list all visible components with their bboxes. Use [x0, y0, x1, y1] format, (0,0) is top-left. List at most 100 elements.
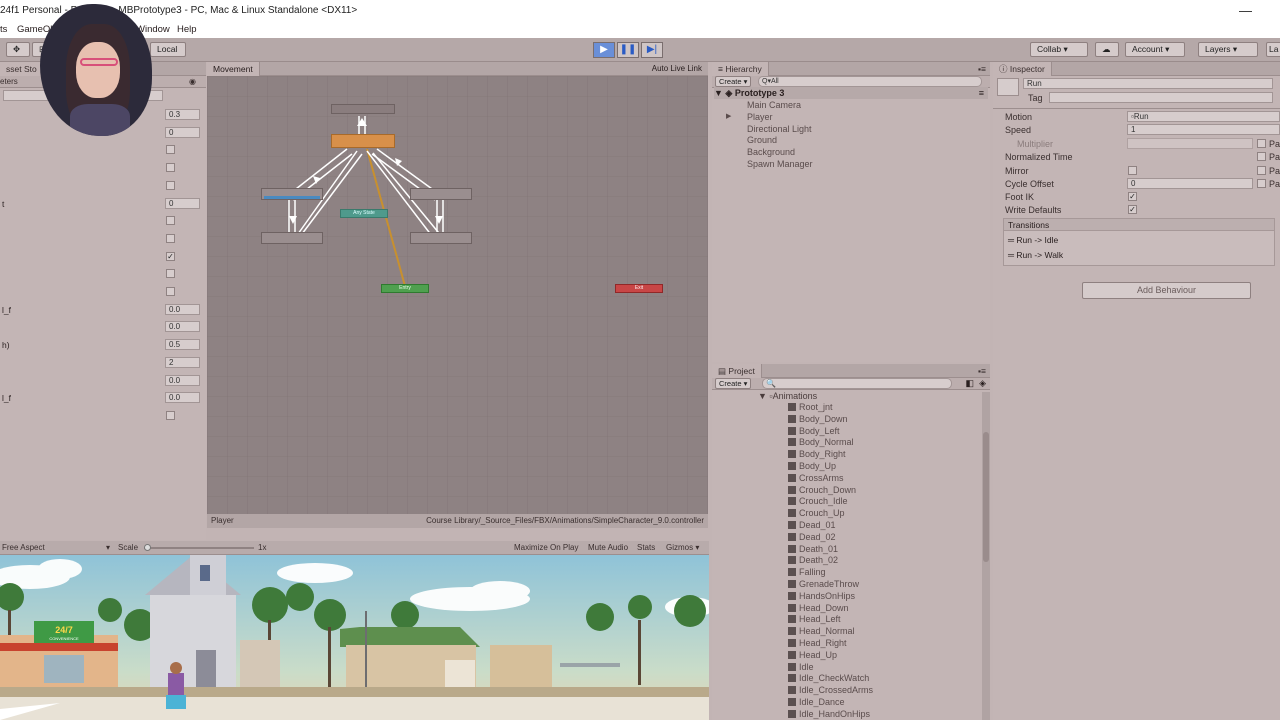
project-asset-item[interactable]: HandsOnHips	[788, 591, 855, 601]
project-asset-item[interactable]: Crouch_Idle	[788, 496, 848, 506]
tab-inspector[interactable]: ⓘ Inspector	[993, 62, 1052, 76]
state-name-input[interactable]: Run	[1023, 78, 1273, 89]
project-asset-item[interactable]: Idle_HandOnHips	[788, 709, 870, 719]
hierarchy-item[interactable]: Directional Light	[747, 124, 812, 134]
hierarchy-item[interactable]: Player	[747, 112, 773, 122]
project-asset-item[interactable]: Idle_Dance	[788, 697, 845, 707]
tab-asset-store[interactable]: sset Sto	[0, 62, 44, 76]
project-create-button[interactable]: Create ▾	[715, 378, 752, 389]
write-defaults-checkbox[interactable]: ✓	[1128, 205, 1137, 214]
hand-tool-button[interactable]: ✥	[6, 42, 30, 57]
menu-help[interactable]: Help	[177, 22, 197, 38]
project-asset-item[interactable]: CrossArms	[788, 473, 844, 483]
state-node-right[interactable]	[410, 188, 472, 200]
pause-button[interactable]: ❚❚	[617, 42, 639, 58]
auto-live-link-button[interactable]: Auto Live Link	[652, 62, 702, 76]
parameter-bool-checkbox[interactable]	[166, 287, 175, 296]
hierarchy-search-input[interactable]: Q▾All	[758, 76, 982, 87]
hierarchy-item[interactable]: Background	[747, 147, 795, 157]
transition-item[interactable]: ═ Run -> Idle	[1008, 235, 1058, 245]
parameter-value-input[interactable]: 0.0	[165, 321, 200, 333]
scene-row[interactable]: ▼ ◈ Prototype 3 ≡	[714, 87, 988, 99]
parameter-value-input[interactable]: 2	[165, 356, 200, 368]
state-node-run[interactable]	[331, 134, 395, 148]
project-menu-icon[interactable]: ▪≡	[978, 364, 986, 378]
animator-graph[interactable]: Any State Entry Exit Player Course Libra…	[207, 76, 708, 528]
parameter-toggle-checkbox[interactable]	[1257, 152, 1266, 161]
hierarchy-item[interactable]: Main Camera	[747, 100, 801, 110]
parameter-bool-checkbox[interactable]	[166, 233, 175, 243]
filter-type-icon[interactable]: ◧	[965, 378, 974, 389]
project-asset-item[interactable]: Dead_01	[788, 520, 836, 530]
speed-input[interactable]: 1	[1127, 124, 1280, 135]
parameter-value-input[interactable]: 0.0	[165, 392, 200, 404]
project-scrollbar[interactable]	[982, 392, 990, 720]
cloud-button[interactable]: ☁	[1095, 42, 1119, 57]
local-toggle-button[interactable]: Local	[150, 42, 186, 57]
mirror-checkbox[interactable]	[1128, 166, 1137, 175]
project-asset-item[interactable]: Dead_02	[788, 532, 836, 542]
parameter-value-input[interactable]: 0.3	[165, 109, 200, 120]
project-asset-item[interactable]: Body_Normal	[788, 437, 854, 447]
state-node-bottom-left[interactable]	[261, 232, 323, 244]
hierarchy-item[interactable]: Spawn Manager	[747, 159, 813, 169]
project-asset-item[interactable]: Crouch_Up	[788, 508, 845, 518]
project-search-input[interactable]: 🔍	[762, 378, 952, 389]
play-button[interactable]: ▶	[593, 42, 615, 58]
scale-slider-thumb[interactable]	[144, 544, 151, 551]
add-behaviour-button[interactable]: Add Behaviour	[1082, 282, 1251, 299]
tag-input[interactable]	[1049, 92, 1273, 103]
stats-toggle[interactable]: Stats	[637, 541, 655, 555]
mute-audio-toggle[interactable]: Mute Audio	[588, 541, 628, 555]
parameter-toggle-checkbox[interactable]	[1257, 139, 1266, 148]
motion-field[interactable]: ▫Run	[1127, 111, 1280, 122]
parameter-value-input[interactable]: 0.5	[165, 339, 200, 351]
project-asset-item[interactable]: Body_Up	[788, 461, 836, 471]
parameter-bool-checkbox[interactable]	[166, 163, 175, 173]
parameter-value-input[interactable]: 0	[165, 197, 200, 209]
project-asset-item[interactable]: Head_Left	[788, 614, 841, 624]
project-asset-item[interactable]: Body_Left	[788, 426, 840, 436]
layers-button[interactable]: Layers ▾	[1198, 42, 1258, 57]
layout-button[interactable]: La	[1266, 42, 1280, 57]
project-asset-item[interactable]: Body_Down	[788, 414, 848, 424]
project-asset-item[interactable]: Head_Normal	[788, 626, 855, 636]
hierarchy-create-button[interactable]: Create ▾	[715, 76, 752, 87]
tab-animator-layer[interactable]: Movement	[207, 62, 260, 76]
project-asset-item[interactable]: Death_02	[788, 555, 838, 565]
project-asset-item[interactable]: Head_Down	[788, 603, 849, 613]
project-asset-item[interactable]: Falling	[788, 567, 826, 577]
parameter-bool-checkbox[interactable]	[166, 269, 175, 279]
project-asset-item[interactable]: Idle_CheckWatch	[788, 673, 869, 683]
project-asset-item[interactable]: Body_Right	[788, 449, 846, 459]
parameter-bool-checkbox[interactable]	[166, 216, 175, 226]
parameter-toggle-checkbox[interactable]	[1257, 166, 1266, 175]
foot-ik-checkbox[interactable]: ✓	[1128, 192, 1137, 201]
filter-label-icon[interactable]: ◈	[979, 378, 986, 389]
parameter-bool-checkbox[interactable]	[166, 145, 175, 155]
parameter-value-input[interactable]: 0.0	[165, 374, 200, 386]
parameter-bool-checkbox[interactable]	[166, 180, 175, 190]
parameter-value-input[interactable]: 0	[165, 126, 200, 138]
project-asset-item[interactable]: Death_01	[788, 544, 838, 554]
aspect-dropdown[interactable]: Free Aspect	[2, 541, 45, 555]
multiplier-dropdown[interactable]	[1127, 138, 1253, 149]
project-scrollbar-thumb[interactable]	[983, 432, 989, 562]
parameter-bool-checkbox[interactable]: ✓	[166, 251, 175, 261]
project-asset-item[interactable]: Root_jnt	[788, 402, 833, 412]
tab-hierarchy[interactable]: ≡ Hierarchy	[712, 62, 769, 76]
state-node-bottom-right[interactable]	[410, 232, 472, 244]
step-button[interactable]: ▶|	[641, 42, 663, 58]
entry-node[interactable]: Entry	[381, 284, 429, 293]
project-asset-item[interactable]: Idle	[788, 662, 814, 672]
transition-item[interactable]: ═ Run -> Walk	[1008, 250, 1063, 260]
scale-slider[interactable]	[144, 544, 254, 551]
state-node-top[interactable]	[331, 104, 395, 114]
gizmos-dropdown[interactable]: Gizmos ▾	[666, 541, 699, 555]
scene-menu-icon[interactable]: ≡	[979, 87, 984, 99]
menu-assets[interactable]: ts	[0, 22, 7, 38]
maximize-on-play-toggle[interactable]: Maximize On Play	[514, 541, 578, 555]
hierarchy-item[interactable]: Ground	[747, 135, 777, 145]
state-node-left[interactable]	[261, 188, 323, 200]
expand-arrow-icon[interactable]: ▶	[726, 112, 731, 120]
